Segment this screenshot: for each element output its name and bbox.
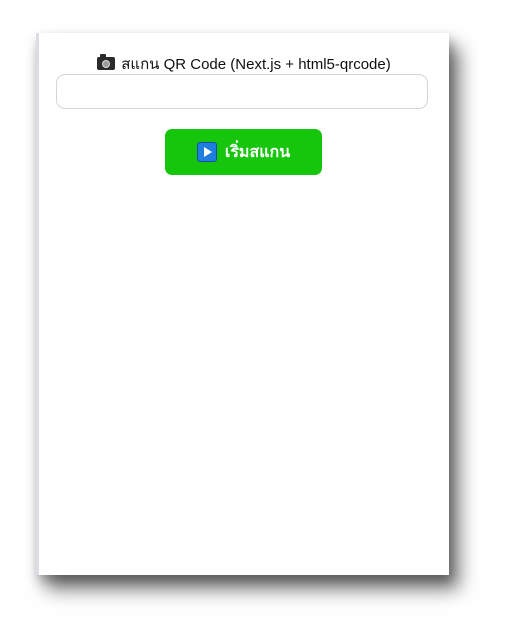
scanner-panel: สแกน QR Code (Next.js + html5-qrcode) เร… [36, 33, 449, 575]
start-scan-button[interactable]: เริ่มสแกน [165, 129, 322, 175]
page-title: สแกน QR Code (Next.js + html5-qrcode) [39, 52, 449, 76]
play-icon [196, 142, 217, 162]
scan-result-box [56, 74, 428, 109]
screenshot-stage: สแกน QR Code (Next.js + html5-qrcode) เร… [0, 0, 511, 640]
start-scan-label: เริ่มสแกน [224, 143, 291, 161]
page-title-text: สแกน QR Code (Next.js + html5-qrcode) [121, 56, 391, 73]
camera-icon [97, 54, 116, 70]
